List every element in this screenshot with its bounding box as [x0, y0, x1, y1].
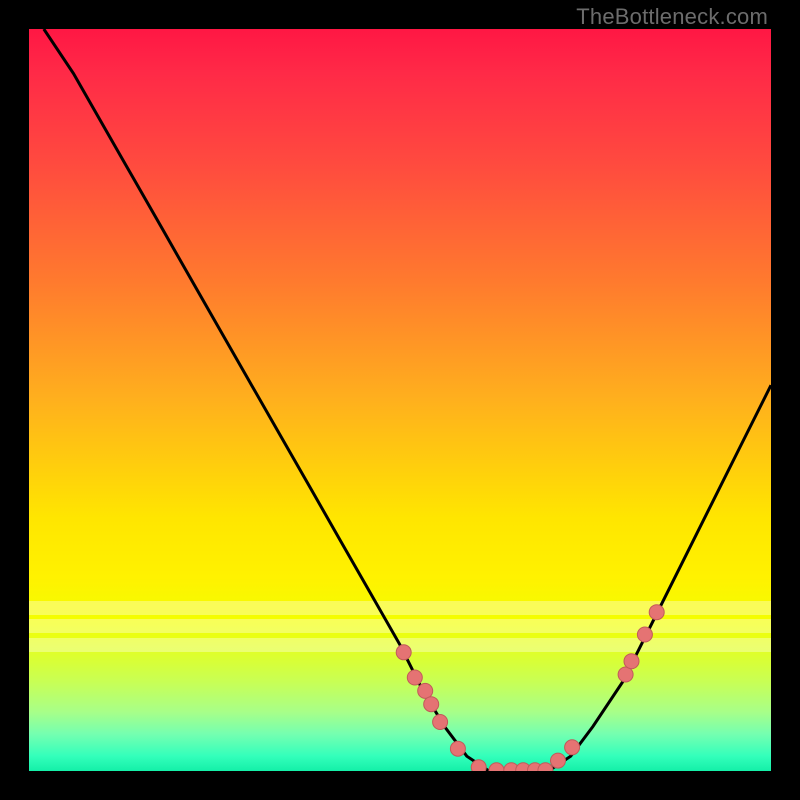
plot-area — [29, 29, 771, 771]
gradient-background — [29, 29, 771, 771]
attribution-text: TheBottleneck.com — [576, 4, 768, 30]
chart-stage: TheBottleneck.com — [0, 0, 800, 800]
